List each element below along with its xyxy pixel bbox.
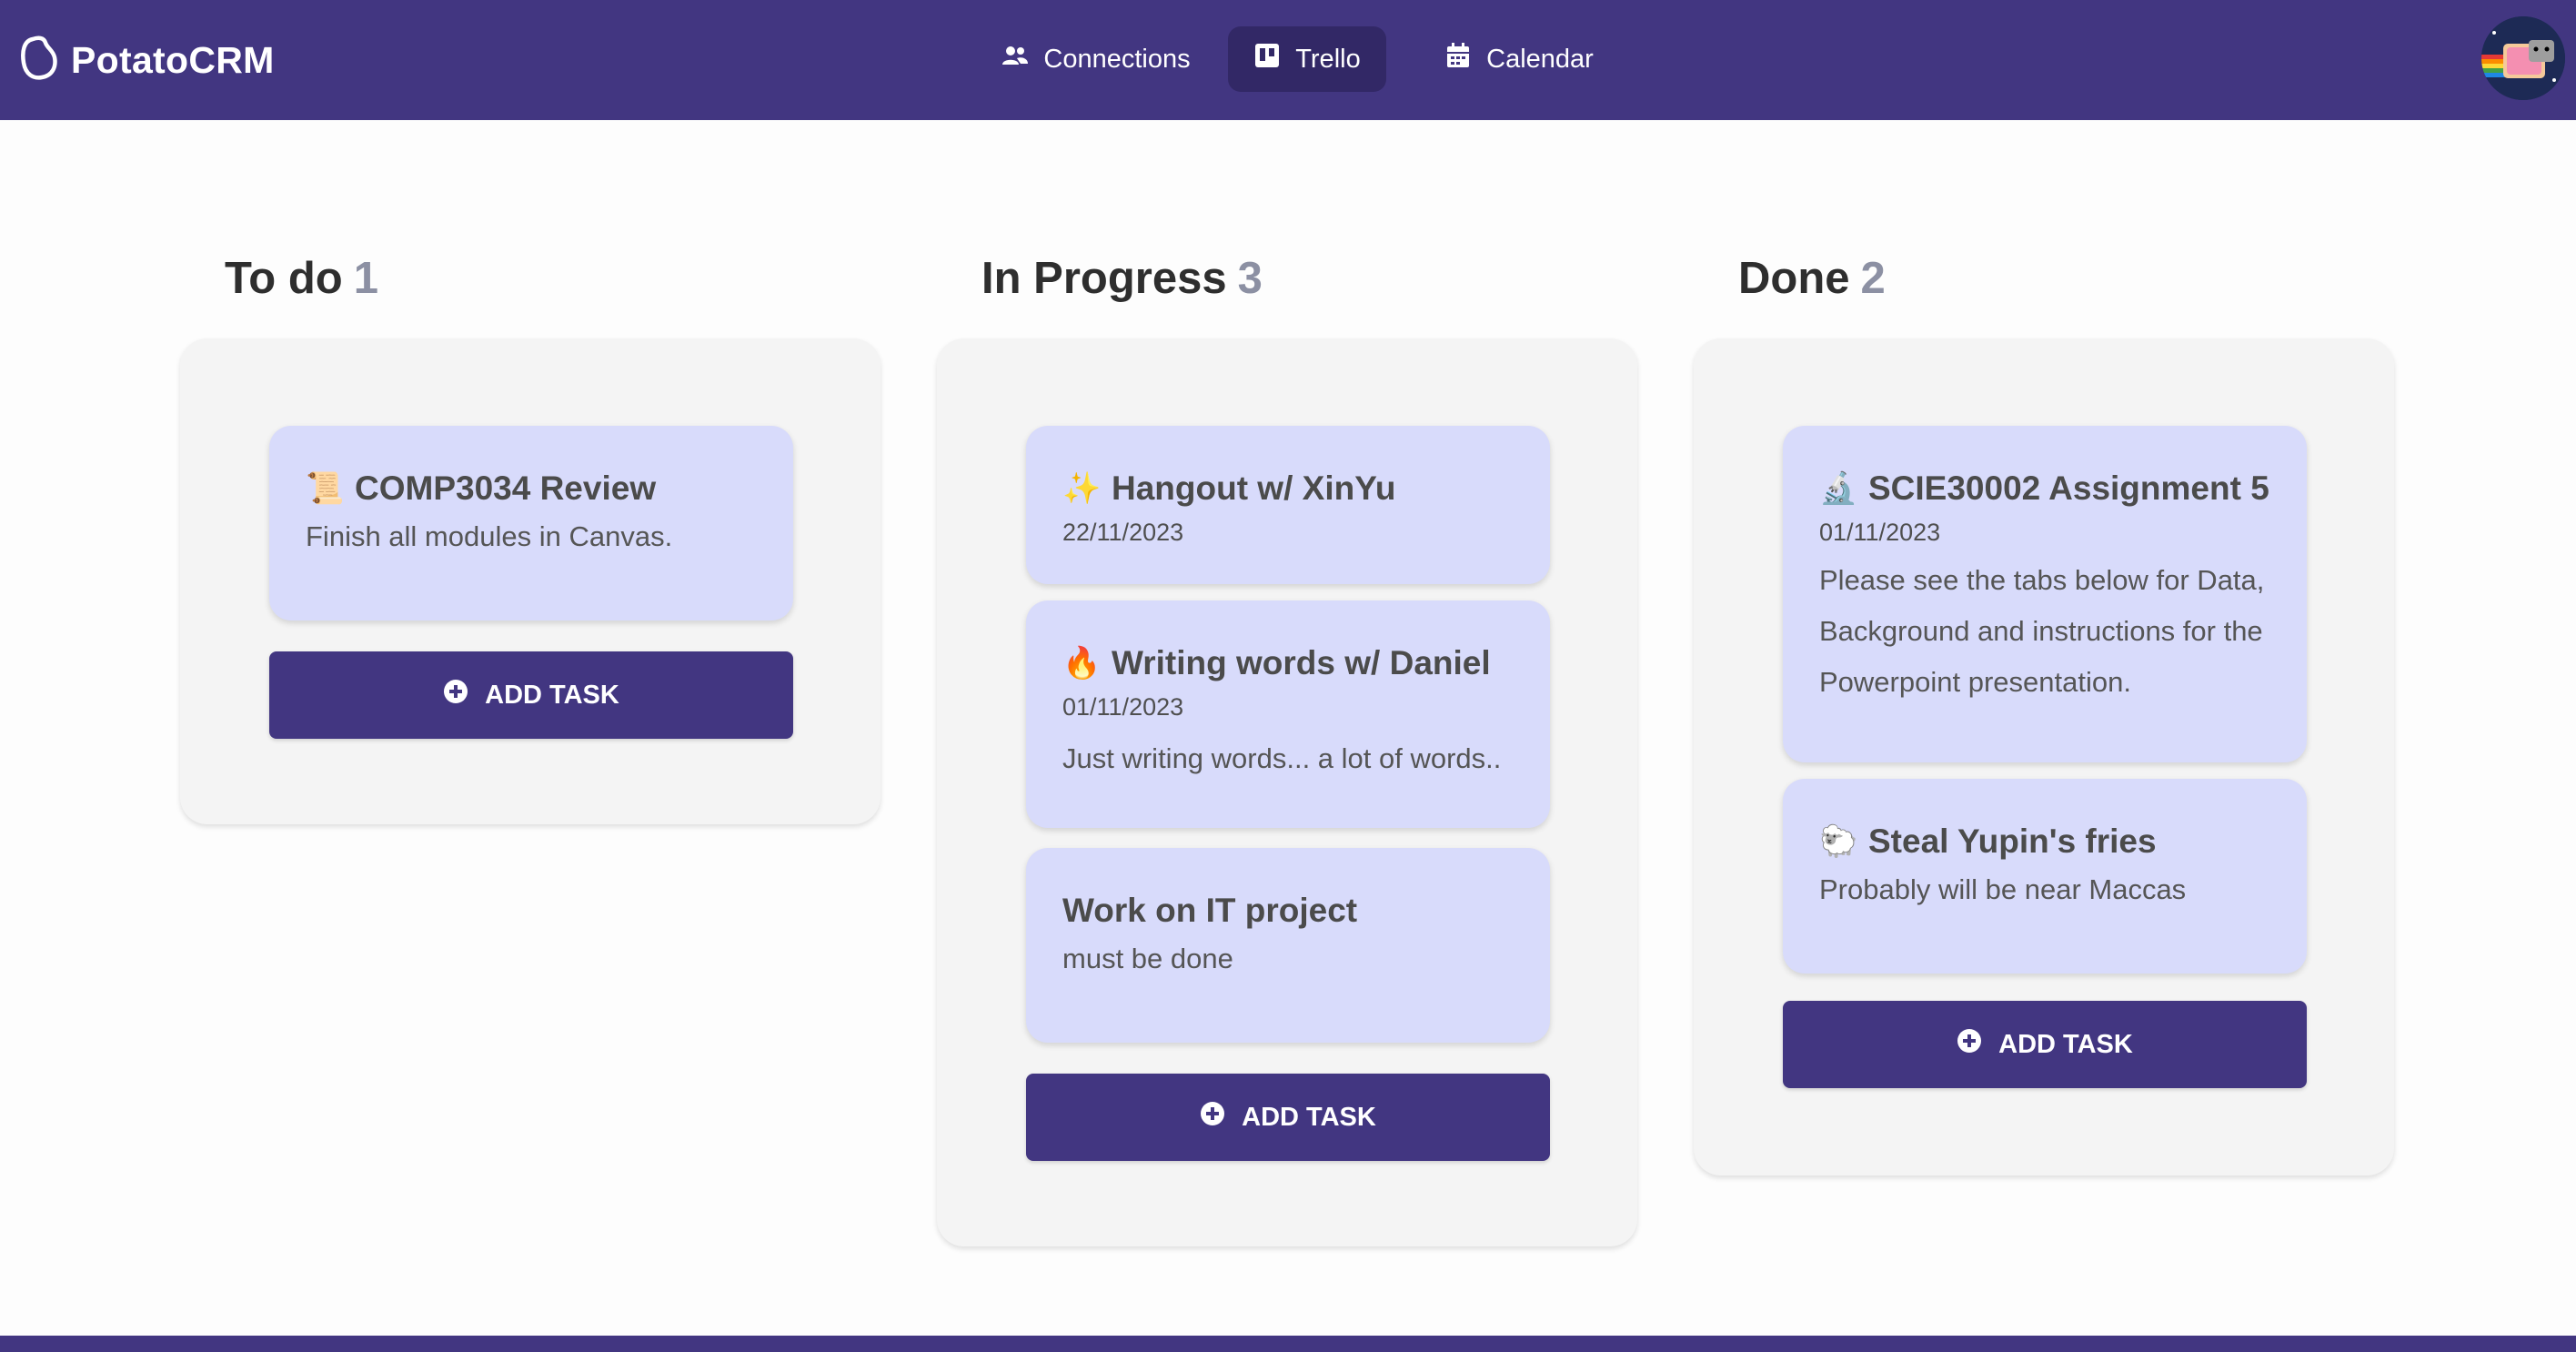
- task-description: Just writing words... a lot of words..: [1062, 742, 1502, 774]
- add-task-button[interactable]: ADD TASK: [1783, 1001, 2307, 1088]
- nav-calendar[interactable]: Calendar: [1419, 26, 1619, 92]
- task-title-text: Hangout w/ XinYu: [1112, 469, 1396, 507]
- column-title-text: In Progress: [981, 254, 1227, 303]
- user-avatar[interactable]: [2481, 16, 2565, 100]
- task-description: Please see the tabs below for Data, Back…: [1819, 564, 2265, 698]
- plus-circle-icon: [1957, 1028, 1998, 1061]
- task-title: 🐑 Steal Yupin's fries: [1819, 822, 2157, 861]
- task-title-text: Work on IT project: [1062, 892, 1358, 929]
- column-title-done: Done 2: [1738, 253, 1886, 304]
- task-date: 22/11/2023: [1062, 519, 1184, 546]
- footer-bar: [0, 1336, 2576, 1352]
- plus-circle-icon: [1200, 1101, 1242, 1134]
- task-title: ✨ Hangout w/ XinYu: [1062, 469, 1395, 508]
- potato-logo-icon: [20, 35, 58, 86]
- nav-connections-label: Connections: [1043, 44, 1191, 74]
- task-card[interactable]: 🐑 Steal Yupin's fries Probably will be n…: [1783, 779, 2307, 974]
- users-icon: [1001, 42, 1043, 76]
- nav-connections[interactable]: Connections: [991, 26, 1201, 92]
- column-title-text: To do: [225, 254, 343, 303]
- task-description: must be done: [1062, 943, 1233, 974]
- column-panel-done: 🔬 SCIE30002 Assignment 5 01/11/2023 Plea…: [1694, 338, 2394, 1175]
- task-title: 🔥 Writing words w/ Daniel: [1062, 644, 1491, 682]
- task-title: 🔬 SCIE30002 Assignment 5: [1819, 469, 2269, 508]
- add-task-button[interactable]: ADD TASK: [269, 651, 793, 739]
- column-count-badge: 3: [1237, 254, 1263, 303]
- task-title: Work on IT project: [1062, 892, 1357, 930]
- scroll-icon: 📜: [306, 471, 345, 506]
- task-card[interactable]: ✨ Hangout w/ XinYu 22/11/2023: [1026, 426, 1550, 584]
- task-title-text: Writing words w/ Daniel: [1112, 644, 1491, 681]
- sparkles-icon: ✨: [1062, 471, 1102, 506]
- column-title-todo: To do 1: [225, 253, 378, 304]
- task-card[interactable]: 🔥 Writing words w/ Daniel 01/11/2023 Jus…: [1026, 600, 1550, 828]
- task-card[interactable]: 📜 COMP3034 Review Finish all modules in …: [269, 426, 793, 621]
- add-task-label: ADD TASK: [1242, 1102, 1376, 1132]
- task-title: 📜 COMP3034 Review: [306, 469, 656, 508]
- brand-logo-link[interactable]: PotatoCRM: [20, 33, 275, 87]
- task-title-text: SCIE30002 Assignment 5: [1868, 469, 2269, 507]
- calendar-icon: [1444, 42, 1486, 76]
- sheep-icon: 🐑: [1819, 824, 1858, 859]
- task-title-text: Steal Yupin's fries: [1868, 822, 2157, 860]
- top-navbar: PotatoCRM Connections Trello Calendar: [0, 0, 2576, 120]
- column-title-in-progress: In Progress 3: [981, 253, 1263, 304]
- microscope-icon: 🔬: [1819, 471, 1858, 506]
- add-task-button[interactable]: ADD TASK: [1026, 1074, 1550, 1161]
- column-count-badge: 2: [1860, 254, 1886, 303]
- nav-trello[interactable]: Trello: [1228, 26, 1386, 92]
- column-title-text: Done: [1738, 254, 1850, 303]
- task-title-text: COMP3034 Review: [355, 469, 657, 507]
- task-description: Probably will be near Maccas: [1819, 873, 2187, 905]
- column-count-badge: 1: [353, 254, 378, 303]
- task-date: 01/11/2023: [1819, 519, 1941, 546]
- plus-circle-icon: [443, 679, 485, 711]
- column-panel-todo: 📜 COMP3034 Review Finish all modules in …: [180, 338, 880, 824]
- nav-calendar-label: Calendar: [1486, 44, 1594, 74]
- column-panel-in-progress: ✨ Hangout w/ XinYu 22/11/2023 🔥 Writing …: [937, 338, 1637, 1246]
- task-description: Finish all modules in Canvas.: [306, 520, 673, 552]
- add-task-label: ADD TASK: [485, 680, 619, 710]
- task-card[interactable]: 🔬 SCIE30002 Assignment 5 01/11/2023 Plea…: [1783, 426, 2307, 762]
- app-name: PotatoCRM: [71, 38, 275, 81]
- nav-trello-label: Trello: [1295, 44, 1361, 74]
- trello-icon: [1253, 42, 1295, 76]
- task-date: 01/11/2023: [1062, 693, 1184, 721]
- add-task-label: ADD TASK: [1998, 1029, 2133, 1059]
- task-card[interactable]: Work on IT project must be done: [1026, 848, 1550, 1043]
- fire-icon: 🔥: [1062, 646, 1102, 681]
